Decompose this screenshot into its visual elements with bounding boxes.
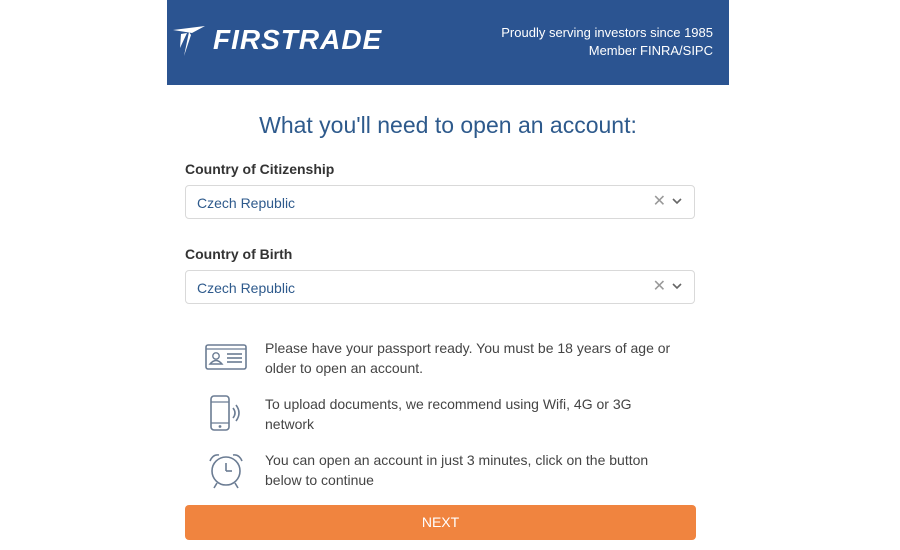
logo-mark-icon [173,26,205,56]
clear-icon[interactable]: ✕ [653,194,666,210]
id-card-icon [205,344,247,370]
clear-icon[interactable]: ✕ [653,279,666,295]
birth-country-value: Czech Republic [197,280,296,296]
info-item-passport: Please have your passport ready. You mus… [205,338,685,380]
info-text-time: You can open an account in just 3 minute… [265,452,649,488]
next-button[interactable]: NEXT [185,505,696,540]
birth-country-select[interactable]: Czech Republic ✕ [185,270,695,304]
chevron-down-icon[interactable] [672,198,682,205]
info-item-network: To upload documents, we recommend using … [205,394,685,436]
info-item-time: You can open an account in just 3 minute… [205,450,685,492]
info-text-network: To upload documents, we recommend using … [265,396,632,432]
tagline-member: Member FINRA/SIPC [588,43,713,58]
citizenship-select[interactable]: Czech Republic ✕ [185,185,695,219]
firstrade-logo[interactable]: FIRSTRADE [171,20,382,60]
alarm-clock-icon [209,454,243,489]
tagline-since: Proudly serving investors since 1985 [501,25,713,40]
chevron-down-icon[interactable] [672,283,682,290]
smartphone-signal-icon [210,395,240,431]
site-header: FIRSTRADE Proudly serving investors sinc… [167,0,729,85]
citizenship-value: Czech Republic [197,195,296,211]
header-tagline: Proudly serving investors since 1985 Mem… [501,24,713,60]
citizenship-label: Country of Citizenship [185,161,335,177]
info-text-passport: Please have your passport ready. You mus… [265,340,671,376]
brand-name: FIRSTRADE [213,24,383,55]
birth-country-label: Country of Birth [185,246,293,262]
page-title: What you'll need to open an account: [259,112,637,138]
